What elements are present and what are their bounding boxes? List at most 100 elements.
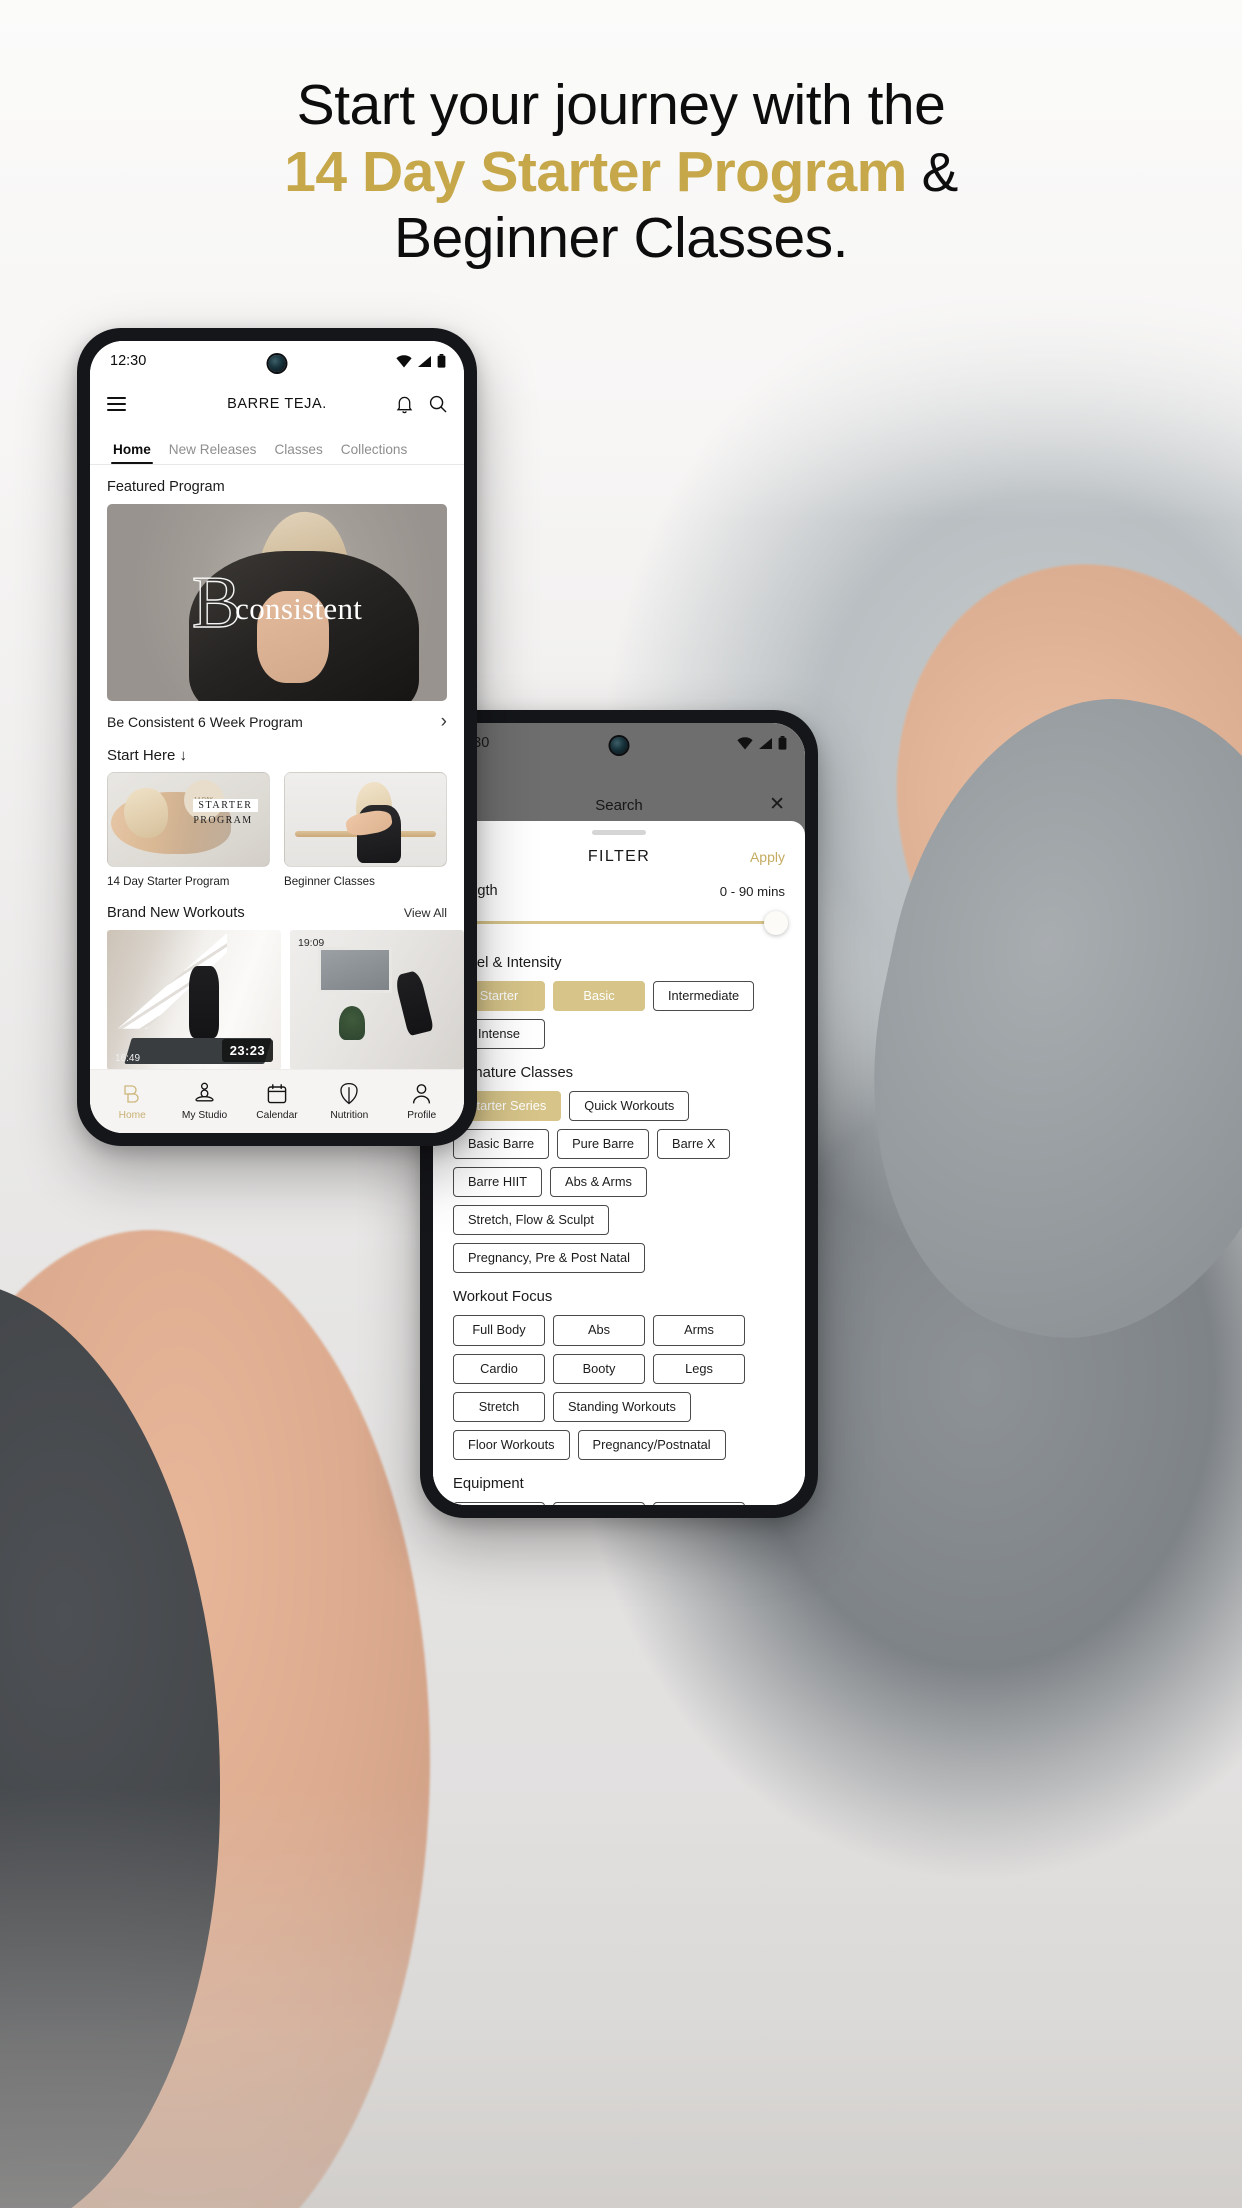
- bottom-nav-label: My Studio: [181, 1110, 228, 1121]
- bottom-nav-label: Nutrition: [330, 1110, 369, 1121]
- workout-card[interactable]: 16:49 23:23: [107, 930, 281, 1070]
- view-all-link[interactable]: View All: [404, 906, 447, 920]
- headline-line-3: Beginner Classes.: [393, 206, 849, 271]
- filter-chip-stretch[interactable]: Stretch: [453, 1391, 545, 1422]
- battery-icon: [437, 354, 446, 368]
- brand-new-workouts-row: 16:49 23:23 19:09: [90, 930, 464, 1070]
- filter-chip-basic-barre[interactable]: Basic Barre: [453, 1129, 550, 1160]
- workout-person: [394, 969, 435, 1037]
- close-icon[interactable]: ✕: [769, 795, 785, 814]
- starter-figure-hair: [124, 787, 169, 838]
- bottom-nav-label: Home: [118, 1110, 146, 1121]
- calendar-icon: [266, 1082, 288, 1105]
- headline-ampersand: &: [906, 140, 959, 203]
- signature-classes-section: Signature Classes Starter Series Quick Wo…: [433, 1065, 805, 1274]
- chevron-right-icon[interactable]: ›: [441, 712, 447, 731]
- length-slider[interactable]: [453, 909, 788, 939]
- level-intensity-heading: Level & Intensity: [453, 955, 562, 971]
- starter-art-word-1: STARTER: [193, 799, 258, 813]
- hero-overlay: B consistent: [107, 504, 447, 701]
- leaf-icon: [338, 1082, 360, 1105]
- filter-chip-standing-workouts[interactable]: Standing Workouts: [553, 1391, 691, 1422]
- workout-person: [188, 966, 219, 1039]
- card-label: Beginner Classes: [284, 875, 375, 888]
- starter-art-word-2: PROGRAM: [193, 814, 253, 826]
- headline-line-2-gold: 14 Day Starter Program: [284, 139, 907, 204]
- brand-new-workouts-header: Brand New Workouts View All: [90, 888, 464, 930]
- start-here-heading: Start Here ↓: [90, 735, 464, 772]
- front-camera-icon: [268, 355, 286, 372]
- filter-chip-barre-x[interactable]: Barre X: [657, 1129, 731, 1160]
- filter-chip-abs[interactable]: Abs: [553, 1315, 645, 1346]
- featured-program-card[interactable]: B consistent: [107, 504, 447, 701]
- filter-chip-booty[interactable]: Booty: [553, 1353, 645, 1384]
- tab-label: New Releases: [168, 442, 257, 457]
- filter-chip-pregnancy-pre-post-natal[interactable]: Pregnancy, Pre & Post Natal: [453, 1243, 645, 1274]
- workout-card[interactable]: 19:09: [290, 930, 464, 1070]
- promo-headline: Start your journey with the 14 Day Start…: [0, 72, 1242, 272]
- filter-chip-floor-workouts[interactable]: Floor Workouts: [453, 1429, 570, 1460]
- filter-chip-cardio[interactable]: Cardio: [453, 1353, 545, 1384]
- card-beginner-classes[interactable]: Beginner Classes: [284, 772, 447, 888]
- mirror-decor: [317, 946, 392, 993]
- filter-chip-legs[interactable]: Legs: [653, 1353, 745, 1384]
- card-14-day-starter-program[interactable]: 14 DAY STARTER PROGRAM 14 Day Starter Pr…: [107, 772, 270, 888]
- plant-decor: [338, 1005, 365, 1040]
- tab-classes[interactable]: Classes: [265, 442, 331, 464]
- starter-program-thumbnail: 14 DAY STARTER PROGRAM: [107, 772, 270, 867]
- bottom-nav-item-profile[interactable]: Profile: [388, 1082, 456, 1121]
- filter-screen: 12:30 Search ✕ FILTER Apply: [433, 723, 805, 1505]
- filter-chip-abs-arms[interactable]: Abs & Arms: [550, 1167, 647, 1198]
- featured-program-caption-row[interactable]: Be Consistent 6 Week Program ›: [90, 701, 464, 735]
- barre-b-logo-icon: [121, 1082, 143, 1105]
- featured-program-caption: Be Consistent 6 Week Program: [107, 713, 303, 730]
- phone-device-filter: 12:30 Search ✕ FILTER Apply: [420, 710, 818, 1518]
- signature-classes-heading: Signature Classes: [453, 1065, 574, 1082]
- bottom-nav-item-my-studio[interactable]: My Studio: [171, 1082, 239, 1121]
- be-consistent-word: consistent: [235, 591, 363, 626]
- bottom-nav-label: Calendar: [256, 1110, 298, 1121]
- filter-chip-full-body[interactable]: Full Body: [453, 1315, 545, 1346]
- hamburger-icon[interactable]: [107, 397, 126, 411]
- length-value: 0 - 90 mins: [719, 883, 785, 899]
- phone-screen-filter: 12:30 Search ✕ FILTER Apply: [433, 723, 805, 1505]
- background-bottom-fade: [0, 1788, 1242, 2208]
- bottom-nav-item-nutrition[interactable]: Nutrition: [315, 1082, 383, 1121]
- filter-title: FILTER: [587, 848, 651, 865]
- status-indicators: [396, 354, 446, 368]
- battery-icon: [778, 736, 787, 750]
- signature-classes-chips: Starter Series Quick Workouts Basic Barre P…: [453, 1091, 785, 1274]
- filter-chip-basic[interactable]: Basic: [553, 981, 645, 1012]
- filter-chip-pure-barre[interactable]: Pure Barre: [557, 1129, 650, 1160]
- bottom-nav-label: Profile: [407, 1110, 437, 1121]
- level-intensity-chips: Starter Basic Intermediate Intense: [453, 981, 785, 1050]
- workout-corner-time: 16:49: [115, 1053, 141, 1064]
- level-intensity-section: Level & Intensity Starter Basic Intermedia…: [433, 955, 805, 1050]
- equipment-heading: Equipment: [453, 1475, 524, 1492]
- filter-chip-no-props[interactable]: No Props: [453, 1501, 545, 1505]
- search-screen-title: Search: [595, 797, 643, 814]
- filter-chip-pregnancy-postnatal[interactable]: Pregnancy/Postnatal: [577, 1429, 726, 1460]
- slider-knob[interactable]: [764, 911, 788, 935]
- filter-chip-bands[interactable]: Bands: [553, 1501, 645, 1505]
- filter-chip-arms[interactable]: Arms: [653, 1315, 745, 1346]
- filter-chip-barre-hiit[interactable]: Barre HIIT: [453, 1167, 543, 1198]
- search-icon[interactable]: [429, 395, 447, 413]
- tab-new-releases[interactable]: New Releases: [160, 442, 266, 464]
- equipment-chips: No PropsBandsWeightsBallSliders: [453, 1501, 785, 1505]
- filter-chip-stretch-flow-sculpt[interactable]: Stretch, Flow & Sculpt: [453, 1205, 609, 1236]
- filter-chip-intermediate[interactable]: Intermediate: [653, 981, 755, 1012]
- bottom-nav-item-home[interactable]: Home: [98, 1082, 166, 1121]
- workout-focus-heading: Workout Focus: [453, 1289, 553, 1306]
- bottom-nav-item-calendar[interactable]: Calendar: [243, 1082, 311, 1121]
- filter-chip-quick-workouts[interactable]: Quick Workouts: [569, 1091, 690, 1122]
- wifi-icon: [396, 354, 412, 367]
- tab-collections[interactable]: Collections: [332, 442, 417, 464]
- workout-focus-chips: Full Body Abs Arms Cardio Booty Legs Stretch St…: [453, 1315, 785, 1460]
- apply-button[interactable]: Apply: [750, 849, 785, 865]
- tab-home[interactable]: Home: [104, 442, 160, 465]
- bell-icon[interactable]: [396, 395, 413, 414]
- filter-chip-weights[interactable]: Weights: [653, 1501, 745, 1505]
- person-icon: [411, 1082, 432, 1105]
- equipment-section: Equipment No PropsBandsWeightsBallSlider…: [433, 1476, 805, 1505]
